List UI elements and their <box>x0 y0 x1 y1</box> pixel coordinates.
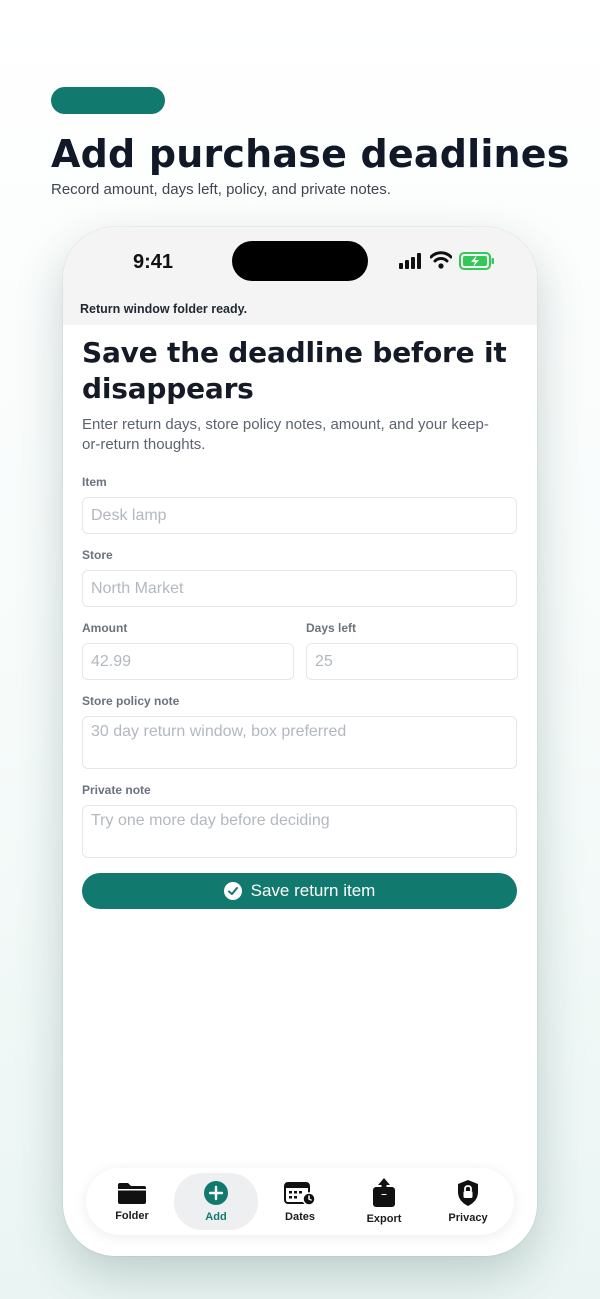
status-toast: Return window folder ready. <box>80 302 248 316</box>
header-accent-pill <box>51 87 165 114</box>
policy-note-textarea[interactable]: 30 day return window, box preferred <box>82 716 517 769</box>
cellular-signal-icon <box>399 253 421 269</box>
calendar-clock-icon <box>284 1182 316 1206</box>
plus-circle-icon <box>204 1181 228 1205</box>
tab-dates-label: Dates <box>285 1211 315 1223</box>
tab-folder-label: Folder <box>115 1210 149 1222</box>
days-group: Days left 25 <box>306 621 518 680</box>
status-time: 9:41 <box>133 251 174 273</box>
form-description: Enter return days, store policy notes, a… <box>82 416 489 453</box>
page-headline: Add purchase deadlines <box>51 132 570 176</box>
private-note-textarea[interactable]: Try one more day before deciding <box>82 805 517 858</box>
tab-export-label: Export <box>366 1213 402 1225</box>
days-label: Days left <box>306 621 357 635</box>
tab-dates[interactable]: Dates <box>258 1173 342 1230</box>
folder-icon <box>118 1183 146 1204</box>
check-circle-icon <box>223 882 242 900</box>
amount-label: Amount <box>82 621 128 635</box>
return-item-form: Save the deadline before it disappears E… <box>82 325 518 909</box>
private-label: Private note <box>82 783 151 797</box>
save-return-item-button[interactable]: Save return item <box>82 873 517 909</box>
battery-charging-icon <box>459 252 494 270</box>
policy-label: Store policy note <box>82 694 180 708</box>
item-label: Item <box>82 475 107 489</box>
share-icon <box>373 1178 395 1207</box>
tab-folder[interactable]: Folder <box>90 1173 174 1230</box>
phone-frame: 9:41 Return window folder ready. Save th… <box>63 227 537 1256</box>
amount-group: Amount 42.99 <box>82 621 294 680</box>
policy-group: Store policy note 30 day return window, … <box>82 694 518 769</box>
item-input[interactable]: Desk lamp <box>82 497 517 534</box>
store-label: Store <box>82 548 113 562</box>
save-button-label: Save return item <box>250 881 376 900</box>
form-title: Save the deadline before it disappears <box>82 336 507 405</box>
store-group: Store North Market <box>82 548 518 607</box>
lock-shield-icon <box>458 1180 478 1206</box>
tab-privacy-label: Privacy <box>448 1212 488 1224</box>
tab-add-label: Add <box>205 1211 227 1223</box>
days-left-input[interactable]: 25 <box>306 643 518 680</box>
tab-export[interactable]: Export <box>342 1173 426 1230</box>
store-input[interactable]: North Market <box>82 570 517 607</box>
tab-privacy[interactable]: Privacy <box>426 1173 510 1230</box>
amount-days-row: Amount 42.99 Days left 25 <box>82 621 518 680</box>
item-group: Item Desk lamp <box>82 475 518 534</box>
tab-add[interactable]: Add <box>174 1173 258 1230</box>
dynamic-island <box>232 241 368 281</box>
private-group: Private note Try one more day before dec… <box>82 783 518 858</box>
tab-bar: Folder Add Dates Export Privacy <box>86 1168 514 1235</box>
wifi-icon <box>430 251 452 269</box>
status-bar: 9:41 Return window folder ready. <box>63 227 537 325</box>
amount-input[interactable]: 42.99 <box>82 643 294 680</box>
page-subheadline: Record amount, days left, policy, and pr… <box>51 181 391 198</box>
